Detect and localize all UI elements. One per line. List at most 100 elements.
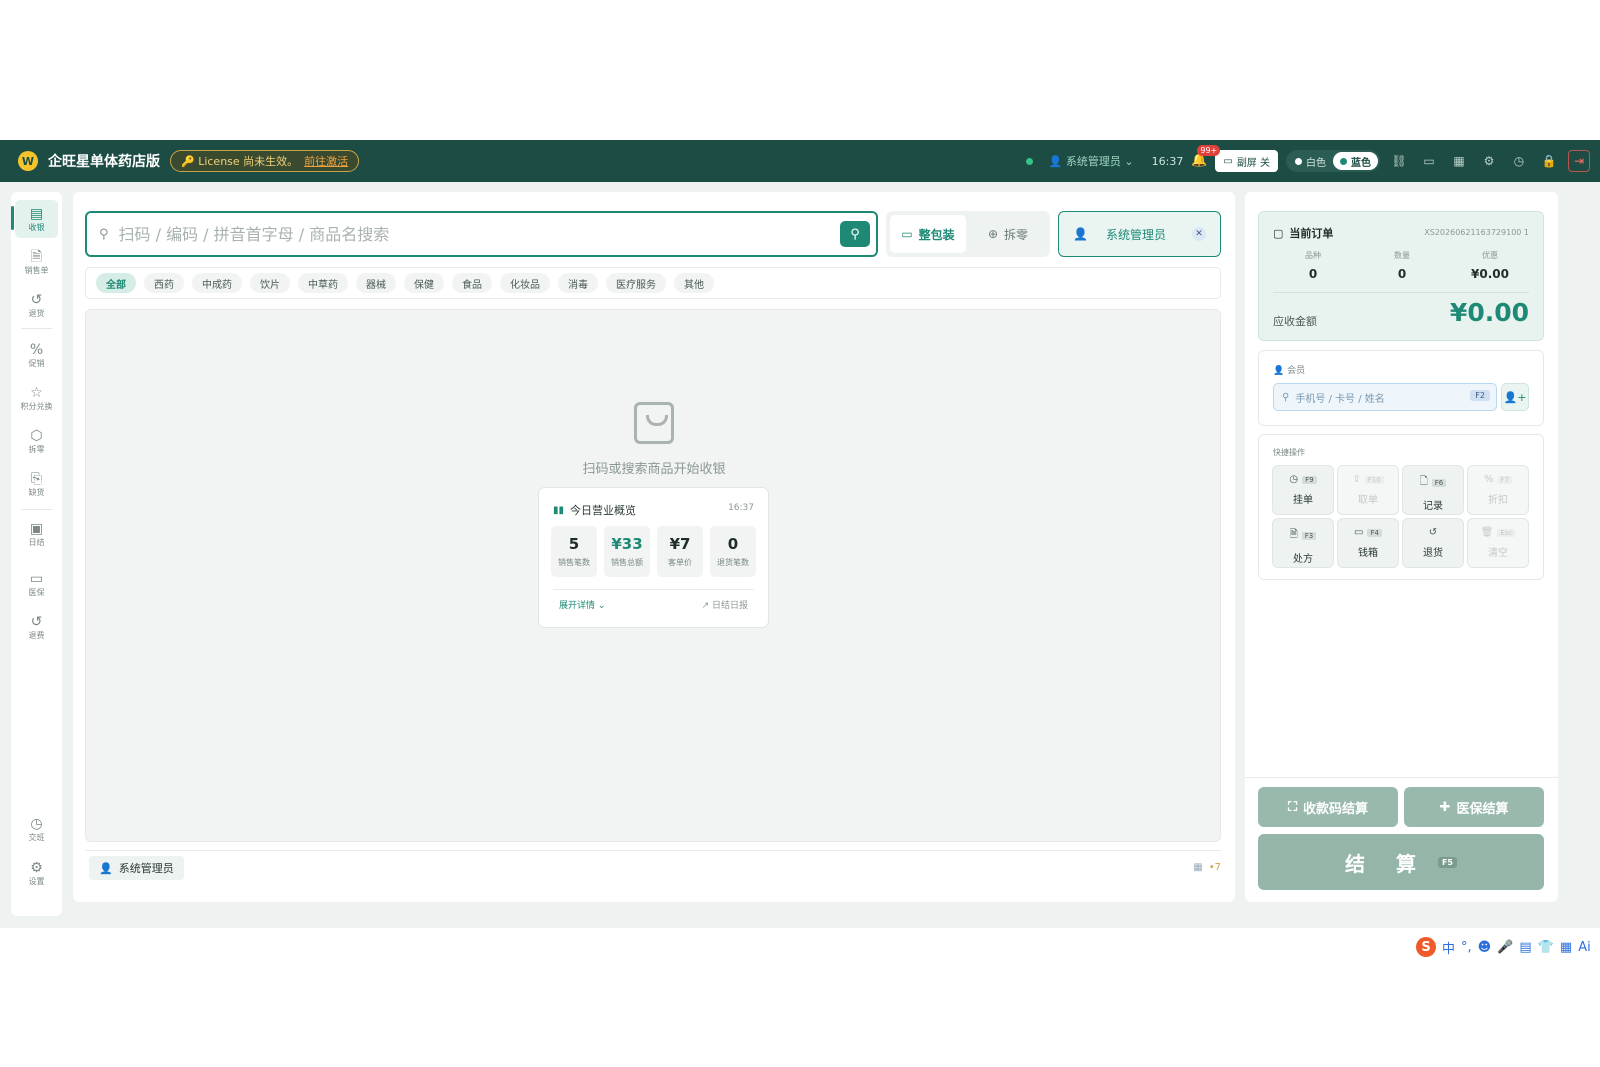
- secondary-screen-toggle[interactable]: ▭ 副屏 关: [1215, 150, 1278, 172]
- category-chip[interactable]: 中成药: [192, 273, 242, 293]
- punctuation-icon[interactable]: °,: [1461, 940, 1472, 955]
- category-chip[interactable]: 饮片: [250, 273, 290, 293]
- quick-action-button[interactable]: % F7 折扣: [1467, 465, 1529, 515]
- gear-icon[interactable]: ⚙: [1478, 150, 1500, 172]
- amount-due-label: 应收金额: [1273, 315, 1317, 328]
- nav-shift-handover[interactable]: ◷ 交班: [15, 810, 58, 848]
- theme-white-option[interactable]: 白色: [1288, 152, 1333, 170]
- app-title: 企旺星单体药店版: [48, 154, 160, 170]
- search-input[interactable]: [118, 224, 819, 244]
- emoji-icon[interactable]: ☻: [1478, 940, 1492, 955]
- whole-pack-option[interactable]: ▭ 整包装: [890, 215, 966, 253]
- layout-icon[interactable]: ▦: [1448, 150, 1470, 172]
- box-icon: ▭: [901, 227, 913, 241]
- license-text: License 尚未生效。: [198, 155, 299, 168]
- add-member-button[interactable]: 👤+: [1501, 383, 1529, 411]
- link-icon[interactable]: ⛓: [1388, 150, 1410, 172]
- nav-settings[interactable]: ⚙ 设置: [15, 854, 58, 892]
- current-order-card: ▢ 当前订单 XS20260621163729100 1 品种 0 数量 0 优惠 ¥0…: [1258, 211, 1544, 341]
- quick-action-label: 处方: [1293, 554, 1313, 565]
- order-quantity: 数量 0: [1394, 251, 1410, 281]
- prescription-icon: 🗎: [1289, 529, 1298, 540]
- ime-language[interactable]: 中: [1442, 938, 1455, 957]
- shortcut-key: F9: [1302, 475, 1317, 484]
- quick-action-button[interactable]: ◷ F9 挂单: [1272, 465, 1334, 515]
- cashier-chip[interactable]: 👤 系统管理员 ✕: [1058, 211, 1221, 257]
- quick-action-label: 退货: [1423, 548, 1443, 559]
- theme-blue-option[interactable]: 蓝色: [1333, 152, 1378, 170]
- nav-daily-close[interactable]: ▣ 日结: [15, 515, 58, 553]
- close-icon[interactable]: ✕: [1192, 227, 1206, 241]
- insurance-pay-button[interactable]: ✚ 医保结算: [1404, 787, 1544, 827]
- category-chip[interactable]: 中草药: [298, 273, 348, 293]
- nav-points-exchange[interactable]: ☆ 积分兑换: [15, 379, 58, 417]
- keyboard-icon[interactable]: ▤: [1519, 940, 1531, 955]
- search-icon: ⚲: [99, 226, 109, 242]
- nav-sales-orders[interactable]: 🗎 销售单: [15, 243, 58, 281]
- nav-refund[interactable]: ↺ 退费: [15, 608, 58, 646]
- ime-toolbar: S 中 °, ☻ 🎤 ▤ 👕 ▦ Ai: [1412, 936, 1595, 958]
- shortcut-count: •7: [1208, 862, 1221, 873]
- display-icon[interactable]: ▭: [1418, 150, 1440, 172]
- category-chip[interactable]: 医疗服务: [606, 273, 666, 293]
- settle-button[interactable]: 结 算 F5: [1258, 834, 1544, 890]
- main-footer-divider: [85, 850, 1221, 851]
- category-chip[interactable]: 食品: [452, 273, 492, 293]
- split-pack-option[interactable]: ⊕ 拆零: [970, 215, 1046, 253]
- mic-icon[interactable]: 🎤: [1497, 940, 1513, 955]
- stat-sales-count: 5 销售笔数: [551, 526, 597, 577]
- category-chip[interactable]: 其他: [674, 273, 714, 293]
- activate-link[interactable]: 前往激活: [304, 153, 348, 169]
- grid-icon[interactable]: ▦: [1193, 862, 1202, 873]
- shortcut-key: F2: [1470, 390, 1490, 401]
- ai-icon[interactable]: Ai: [1578, 940, 1591, 955]
- nav-promotions[interactable]: % 促销: [15, 336, 58, 374]
- nav-split[interactable]: ⬡ 拆零: [15, 422, 58, 460]
- operator-pill: 👤 系统管理员: [89, 856, 184, 880]
- category-chip[interactable]: 西药: [144, 273, 184, 293]
- cashier-icon: ▤: [29, 205, 44, 222]
- key-icon: 🔑: [181, 154, 199, 168]
- quick-action-label: 挂单: [1293, 495, 1313, 506]
- member-search-field[interactable]: ⚲ 手机号 / 卡号 / 姓名 F2: [1273, 383, 1497, 411]
- skin-icon[interactable]: 👕: [1538, 940, 1554, 955]
- card-divider: [553, 589, 754, 590]
- order-number: XS20260621163729100 1: [1424, 228, 1529, 237]
- order-divider: [1273, 292, 1529, 293]
- logout-icon[interactable]: ⇥: [1568, 150, 1590, 172]
- category-chip[interactable]: 化妆品: [500, 273, 550, 293]
- top-bar: W 企旺星单体药店版 🔑 License 尚未生效。 前往激活 👤 系统管理员 …: [0, 140, 1600, 182]
- stat-avg-ticket: ¥7 客单价: [657, 526, 703, 577]
- quick-action-button[interactable]: 🗑 Esc 清空: [1467, 518, 1529, 568]
- expand-details-link[interactable]: 展开详情 ⌄: [559, 598, 605, 611]
- today-overview-time: 16:37: [728, 503, 754, 513]
- current-user[interactable]: 👤 系统管理员 ⌄: [1049, 153, 1134, 169]
- quick-action-button[interactable]: 🗋 F6 记录: [1402, 465, 1464, 515]
- quick-action-button[interactable]: 🗎 F3 处方: [1272, 518, 1334, 568]
- nav-cashier[interactable]: ▤ 收银: [15, 200, 58, 238]
- quick-action-button[interactable]: ↺ 退货: [1402, 518, 1464, 568]
- quick-action-label: 取单: [1358, 495, 1378, 506]
- category-chip[interactable]: 器械: [356, 273, 396, 293]
- quick-action-button[interactable]: ⇪ F10 取单: [1337, 465, 1399, 515]
- nav-returns[interactable]: ↺ 退货: [15, 286, 58, 324]
- lock-icon[interactable]: 🔒: [1538, 150, 1560, 172]
- qr-pay-button[interactable]: ⛶ 收款码结算: [1258, 787, 1398, 827]
- category-chip[interactable]: 消毒: [558, 273, 598, 293]
- history-icon[interactable]: ◷: [1508, 150, 1530, 172]
- order-discount: 优惠 ¥0.00: [1471, 251, 1509, 281]
- search-button[interactable]: ⚲: [840, 221, 870, 247]
- quick-action-button[interactable]: ▭ F4 钱箱: [1337, 518, 1399, 568]
- nav-insurance[interactable]: ▭ 医保: [15, 565, 58, 603]
- app-logo: W: [18, 151, 38, 171]
- nav-shortage[interactable]: ⎘ 缺货: [15, 465, 58, 503]
- daily-report-link[interactable]: ↗ 日结日报: [702, 598, 748, 611]
- product-area: 扫码或搜索商品开始收银 ▮▮ 今日营业概览 16:37 5 销售笔数 ¥33 销售总额…: [85, 309, 1221, 842]
- sogou-icon[interactable]: S: [1416, 937, 1436, 957]
- order-item-types: 品种 0: [1305, 251, 1321, 281]
- order-panel: ▢ 当前订单 XS20260621163729100 1 品种 0 数量 0 优惠 ¥0…: [1245, 192, 1558, 902]
- category-chip[interactable]: 全部: [96, 273, 136, 293]
- notification-bell-icon[interactable]: 🔔 99+: [1191, 145, 1221, 169]
- apps-icon[interactable]: ▦: [1560, 940, 1572, 955]
- category-chip[interactable]: 保健: [404, 273, 444, 293]
